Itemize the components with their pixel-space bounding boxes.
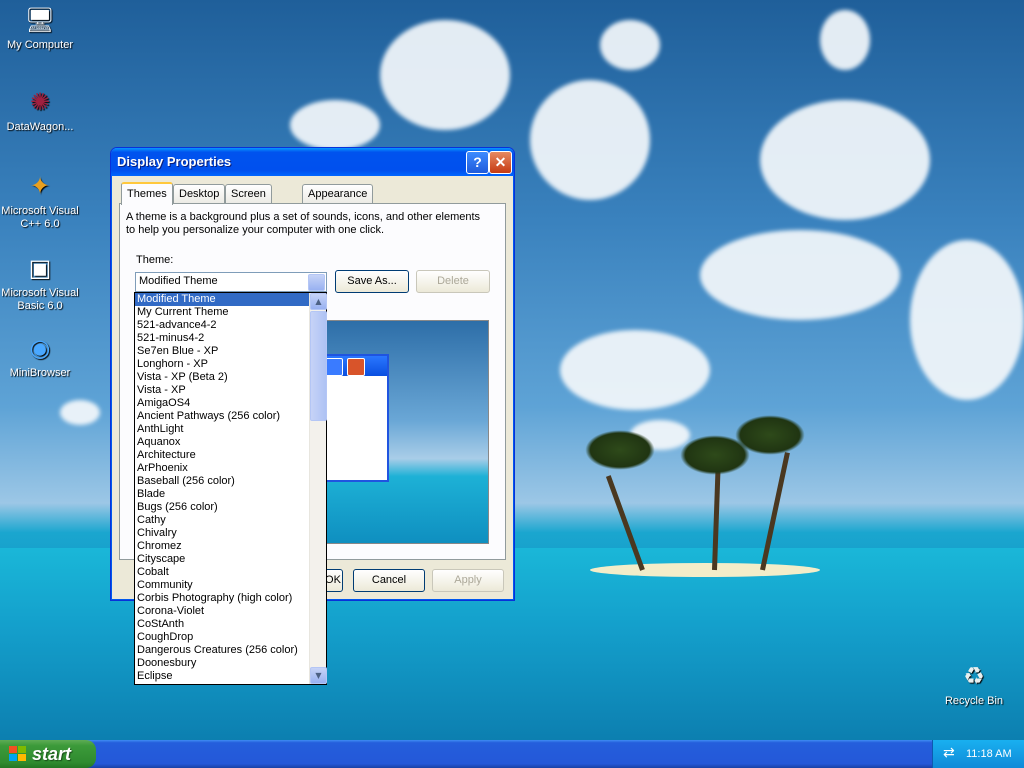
theme-select-value: Modified Theme — [139, 275, 218, 287]
theme-option[interactable]: Aquanox — [135, 436, 309, 449]
palm-fronds — [735, 415, 805, 455]
theme-option[interactable]: Longhorn - XP — [135, 358, 309, 371]
theme-option[interactable]: Se7en Blue - XP — [135, 345, 309, 358]
theme-option[interactable]: Bugs (256 color) — [135, 501, 309, 514]
apply-button[interactable]: Apply — [432, 569, 504, 592]
tab-appearance[interactable]: Appearance — [302, 184, 374, 203]
title-bar[interactable]: Display Properties ? ✕ — [111, 148, 514, 176]
desktop-icon-label: MiniBrowser — [9, 367, 71, 379]
save-as-button[interactable]: Save As... — [335, 270, 409, 293]
desktop-icon-datawagon[interactable]: ✺ DataWagon... — [0, 86, 80, 134]
help-button[interactable]: ? — [466, 151, 489, 174]
tab-screen-saver[interactable]: Screen Saver — [225, 184, 272, 218]
tab-themes[interactable]: Themes — [121, 182, 173, 205]
scroll-down-icon[interactable]: ▼ — [310, 667, 327, 684]
windows-logo-icon — [9, 746, 26, 761]
close-icon — [347, 358, 365, 376]
theme-option[interactable]: Modified Theme — [135, 293, 309, 306]
cloud — [290, 100, 380, 150]
theme-option[interactable]: CoughDrop — [135, 631, 309, 644]
desktop-icon-label: DataWagon... — [6, 121, 74, 133]
cloud — [560, 330, 710, 410]
datawagon-icon: ✺ — [29, 88, 51, 116]
cloud — [60, 400, 100, 425]
recycle-bin-icon: ♻ — [963, 662, 985, 690]
window-title: Display Properties — [117, 154, 232, 169]
theme-option[interactable]: Blade — [135, 488, 309, 501]
theme-option[interactable]: Corbis Photography (high color) — [135, 592, 309, 605]
close-button[interactable]: ✕ — [489, 151, 512, 174]
taskbar: start ⇄ 11:18 AM — [0, 740, 1024, 768]
theme-option[interactable]: AmigaOS4 — [135, 397, 309, 410]
cloud — [530, 80, 650, 200]
theme-option[interactable]: Cobalt — [135, 566, 309, 579]
theme-option[interactable]: Corona-Violet — [135, 605, 309, 618]
visual-cpp-icon: ✦ — [29, 172, 51, 200]
theme-description: A theme is a background plus a set of so… — [126, 211, 481, 236]
theme-label: Theme: — [136, 254, 174, 266]
desktop-icon-recycle-bin[interactable]: ♻ Recycle Bin — [934, 660, 1014, 708]
theme-option[interactable]: Chromez — [135, 540, 309, 553]
theme-dropdown-list[interactable]: Modified Theme My Current Theme 521-adva… — [134, 292, 327, 685]
dropdown-scrollbar[interactable]: ▲ ▼ — [309, 293, 327, 684]
theme-select[interactable]: Modified Theme — [135, 272, 327, 292]
desktop-icon-minibrowser[interactable]: ◉ MiniBrowser — [0, 332, 80, 380]
network-icon[interactable]: ⇄ — [943, 745, 955, 761]
theme-option[interactable]: Community — [135, 579, 309, 592]
theme-option[interactable]: Baseball (256 color) — [135, 475, 309, 488]
theme-option[interactable]: 521-minus4-2 — [135, 332, 309, 345]
theme-option[interactable]: Ancient Pathways (256 color) — [135, 410, 309, 423]
minibrowser-icon: ◉ — [29, 334, 51, 362]
start-button[interactable]: start — [0, 740, 96, 768]
delete-button[interactable]: Delete — [416, 270, 490, 293]
cloud — [600, 20, 660, 70]
desktop-icon-visual-cpp[interactable]: ✦ Microsoft Visual C++ 6.0 — [0, 170, 80, 231]
desktop-icon-my-computer[interactable]: 🖥 My Computer — [0, 4, 80, 52]
cloud — [700, 230, 900, 320]
chevron-down-icon[interactable] — [308, 274, 325, 291]
theme-option[interactable]: Doonesbury — [135, 657, 309, 670]
theme-options: Modified Theme My Current Theme 521-adva… — [135, 293, 309, 683]
desktop-icon-label: Microsoft Visual C++ 6.0 — [1, 205, 79, 230]
desktop-icon-label: Recycle Bin — [944, 695, 1004, 707]
theme-option[interactable]: Vista - XP — [135, 384, 309, 397]
theme-option[interactable]: CoStAnth — [135, 618, 309, 631]
system-tray: ⇄ 11:18 AM — [932, 740, 1024, 768]
start-label: start — [32, 744, 72, 764]
computer-icon: 🖥 — [24, 6, 56, 34]
desktop-icon-visual-basic[interactable]: ▣ Microsoft Visual Basic 6.0 — [0, 252, 80, 313]
desktop-icon-label: My Computer — [6, 39, 74, 51]
scroll-up-icon[interactable]: ▲ — [310, 293, 327, 310]
maximize-icon — [325, 358, 343, 376]
theme-option[interactable]: Cityscape — [135, 553, 309, 566]
theme-option[interactable]: Vista - XP (Beta 2) — [135, 371, 309, 384]
cloud — [820, 10, 870, 70]
visual-basic-icon: ▣ — [28, 254, 52, 282]
desktop-icon-label: Microsoft Visual Basic 6.0 — [1, 287, 79, 312]
theme-option[interactable]: 521-advance4-2 — [135, 319, 309, 332]
cloud — [910, 240, 1024, 400]
theme-option[interactable]: Eclipse — [135, 670, 309, 683]
sand-island — [590, 563, 820, 577]
tab-desktop[interactable]: Desktop — [173, 184, 226, 203]
theme-option[interactable]: AnthLight — [135, 423, 309, 436]
cloud — [760, 100, 930, 220]
theme-option[interactable]: Dangerous Creatures (256 color) — [135, 644, 309, 657]
palm-fronds — [585, 430, 655, 470]
theme-option[interactable]: ArPhoenix — [135, 462, 309, 475]
cancel-button[interactable]: Cancel — [353, 569, 425, 592]
clock[interactable]: 11:18 AM — [966, 740, 1012, 768]
cloud — [380, 20, 510, 130]
theme-option[interactable]: Chivalry — [135, 527, 309, 540]
theme-option[interactable]: Architecture — [135, 449, 309, 462]
theme-option[interactable]: Cathy — [135, 514, 309, 527]
theme-option[interactable]: My Current Theme — [135, 306, 309, 319]
scrollbar-thumb[interactable] — [310, 311, 327, 421]
